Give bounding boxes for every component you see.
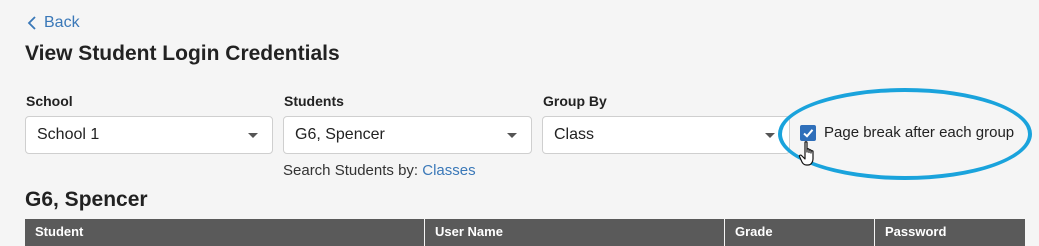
page-break-checkbox-row[interactable]: Page break after each group [800, 124, 1014, 141]
chevron-left-icon [27, 16, 36, 30]
group-by-label: Group By [543, 93, 607, 109]
page-break-label: Page break after each group [824, 124, 1015, 141]
classes-link[interactable]: Classes [422, 162, 475, 179]
group-by-select-value: Class [554, 126, 595, 143]
students-select[interactable]: G6, Spencer [283, 116, 532, 154]
school-select-value: School 1 [37, 126, 100, 143]
hand-pointer-cursor-icon [798, 141, 814, 166]
checkmark-icon [803, 128, 814, 138]
chevron-down-icon [765, 132, 775, 138]
group-by-select[interactable]: Class [542, 116, 790, 154]
school-select[interactable]: School 1 [25, 116, 273, 154]
search-students-by: Search Students by: Classes [283, 162, 476, 179]
students-label: Students [284, 93, 344, 109]
chevron-down-icon [507, 132, 517, 138]
column-header-password[interactable]: Password [875, 219, 1025, 246]
page-break-checkbox[interactable] [800, 124, 816, 141]
group-title: G6, Spencer [25, 188, 148, 211]
column-header-user-name[interactable]: User Name [425, 219, 725, 246]
chevron-down-icon [248, 132, 258, 138]
column-header-student[interactable]: Student [25, 219, 425, 246]
school-label: School [26, 93, 73, 109]
table-header: Student User Name Grade Password [25, 219, 1025, 246]
back-label: Back [44, 14, 80, 31]
column-header-grade[interactable]: Grade [725, 219, 875, 246]
search-by-text: Search Students by: [283, 162, 419, 179]
students-select-value: G6, Spencer [295, 126, 385, 143]
page-title: View Student Login Credentials [25, 42, 340, 65]
back-link[interactable]: Back [26, 14, 80, 32]
